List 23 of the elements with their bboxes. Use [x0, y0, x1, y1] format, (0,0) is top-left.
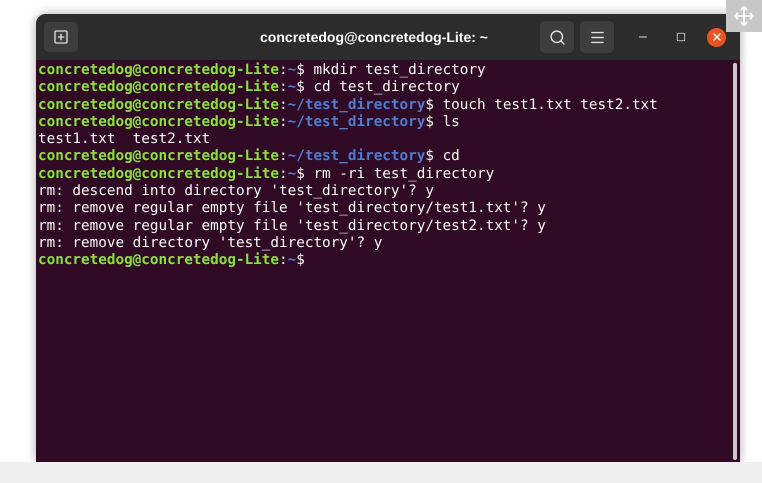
plus-square-icon: [53, 29, 69, 45]
terminal-prompt-line: concretedog@concretedog-Lite:~/test_directory$ touch test1.txt test2.txt: [38, 96, 658, 114]
terminal-output-line: rm: remove regular empty file 'test_directory/test1.txt'? y: [38, 200, 546, 218]
terminal-prompt-line: concretedog@concretedog-Lite:~$ mkdir test_directory: [38, 62, 486, 79]
search-button[interactable]: [540, 21, 574, 53]
terminal-output-line: rm: descend into directory 'test_directory'? y: [38, 183, 434, 200]
terminal-output-line: rm: remove regular empty file 'test_directory/test2.txt'? y: [38, 218, 546, 235]
scrollbar[interactable]: [733, 63, 737, 460]
terminal-output-line: test1.txt test2.txt: [38, 131, 210, 148]
window-title: concretedog@concretedog-Lite: ~: [260, 28, 488, 47]
terminal-prompt-line: concretedog@concretedog-Lite:~$ cd test_directory: [38, 79, 460, 97]
terminal-prompt-line: concretedog@concretedog-Lite:~$: [38, 252, 305, 270]
terminal-prompt-line: concretedog@concretedog-Lite:~/test_directory$ ls: [38, 114, 460, 132]
close-icon: [710, 31, 722, 43]
terminal-output-line: rm: remove directory 'test_directory'? y: [38, 234, 382, 252]
search-icon: [548, 28, 566, 46]
terminal-prompt-line: concretedog@concretedog-Lite:~/test_directory$ cd: [38, 148, 460, 166]
maximize-icon: [676, 32, 686, 42]
terminal-prompt-line: concretedog@concretedog-Lite:~$ rm -ri test_directory: [38, 166, 494, 184]
move-icon: [733, 5, 755, 27]
menu-button[interactable]: [580, 21, 614, 53]
close-button[interactable]: [707, 28, 726, 46]
new-tab-button[interactable]: [44, 22, 78, 52]
